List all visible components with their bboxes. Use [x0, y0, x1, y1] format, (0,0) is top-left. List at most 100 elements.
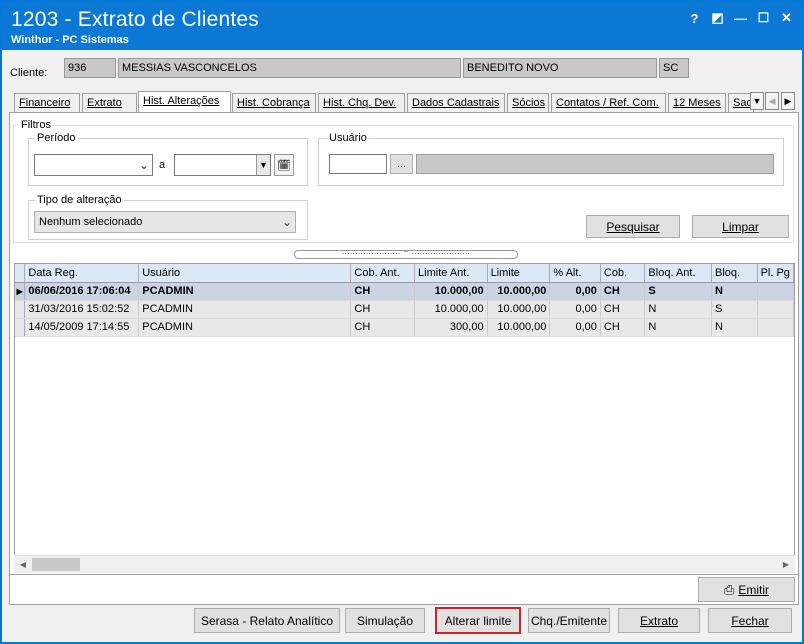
client-name-field: MESSIAS VASCONCELOS [118, 58, 461, 78]
chevron-up-icon[interactable]: ⌃ [403, 251, 410, 258]
tab-scroll-right-icon[interactable]: ▶ [781, 92, 795, 110]
user-name-field [416, 154, 774, 174]
filters-label: Filtros [19, 119, 53, 131]
tab-dropdown-icon[interactable]: ▼ [750, 92, 764, 110]
col-cob[interactable]: Cob. [600, 264, 646, 283]
tab-hist-cobranca[interactable]: Hist. Cobrança [232, 93, 316, 112]
divider [10, 574, 798, 575]
cell-cob-ant: CH [350, 300, 416, 319]
tab-extrato[interactable]: Extrato [82, 93, 137, 112]
maximize-button[interactable]: ☐ [752, 8, 775, 28]
cell-limite: 10.000,00 [487, 318, 551, 337]
tab-dados-cadastrais[interactable]: Dados Cadastrais [407, 93, 505, 112]
period-start-combo[interactable]: ⌄ [34, 154, 153, 176]
cell-cob: CH [600, 300, 646, 319]
statement-button[interactable]: Extrato [618, 608, 700, 633]
check-issuer-button[interactable]: Chq./Emitente [528, 608, 610, 633]
search-button[interactable]: Pesquisar [586, 215, 680, 238]
col-pct-alt[interactable]: % Alt. [549, 264, 601, 283]
table-row[interactable]: 31/03/2016 15:02:52 PCADMIN CH 10.000,00… [15, 300, 794, 319]
help-button[interactable]: ? [683, 8, 706, 28]
col-cob-ant[interactable]: Cob. Ant. [350, 264, 416, 283]
simulation-button[interactable]: Simulação [345, 608, 425, 633]
cell-cob: CH [600, 318, 646, 337]
scroll-left-icon[interactable]: ◀ [16, 558, 30, 571]
cell-limite-ant: 10.000,00 [414, 282, 488, 301]
col-bloq[interactable]: Bloq. [711, 264, 758, 283]
change-limit-button[interactable]: Alterar limite [435, 607, 521, 634]
cell-usuario: PCADMIN [138, 300, 352, 319]
scroll-right-icon[interactable]: ▶ [779, 558, 793, 571]
change-type-label: Tipo de alteração [35, 194, 124, 206]
tab-12-meses[interactable]: 12 Meses [668, 93, 726, 112]
change-type-group: Tipo de alteração Nenhum selecionado ⌄ [28, 194, 308, 240]
close-window-button[interactable]: ✕ [775, 8, 798, 28]
filters-group: Filtros Período ⌄ a ▼ 🗓 Usuário ... Tipo… [13, 119, 794, 243]
minimize-button[interactable]: — [729, 8, 752, 28]
main-window: 1203 - Extrato de Clientes Winthor - PC … [0, 0, 804, 644]
tab-hist-alteracoes[interactable]: Hist. Alterações [138, 91, 231, 112]
dropdown-arrow-icon[interactable]: ▼ [256, 155, 270, 175]
period-separator: a [159, 159, 166, 171]
tab-financeiro[interactable]: Financeiro [14, 93, 80, 112]
serasa-report-button[interactable]: Serasa - Relato Analítico [194, 608, 340, 633]
cell-data-reg: 31/03/2016 15:02:52 [24, 300, 140, 319]
tab-scroll-left-icon[interactable]: ◀ [765, 92, 779, 110]
client-city-field: BENEDITO NOVO [463, 58, 657, 78]
cell-pct-alt: 0,00 [549, 318, 601, 337]
tab-contatos[interactable]: Contatos / Ref. Com. [551, 93, 666, 112]
row-indicator-header [15, 264, 26, 283]
history-table: Data Reg. Usuário Cob. Ant. Limite Ant. … [15, 264, 794, 337]
cell-bloq-ant: N [644, 318, 713, 337]
history-grid[interactable]: Data Reg. Usuário Cob. Ant. Limite Ant. … [14, 263, 795, 573]
cell-limite-ant: 300,00 [414, 318, 488, 337]
dock-button[interactable]: ◩ [706, 8, 729, 28]
close-button[interactable]: Fechar [708, 608, 792, 633]
scroll-thumb[interactable] [32, 558, 80, 571]
client-state-field: SC [659, 58, 689, 78]
user-lookup-button[interactable]: ... [390, 154, 413, 174]
calendar-icon[interactable]: 🗓 [274, 154, 294, 176]
clear-button[interactable]: Limpar [692, 215, 789, 238]
cell-pct-alt: 0,00 [549, 282, 601, 301]
print-button[interactable]: ⎙ Emitir [698, 577, 795, 602]
cell-usuario: PCADMIN [138, 318, 352, 337]
tab-hist-chq-dev[interactable]: Hist. Chq. Dev. [318, 93, 405, 112]
window-controls: ? ◩ — ☐ ✕ [683, 8, 798, 28]
table-row[interactable]: ▶ 06/06/2016 17:06:04 PCADMIN CH 10.000,… [15, 282, 794, 301]
user-code-input[interactable] [329, 154, 387, 174]
period-end-combo[interactable]: ▼ [174, 154, 271, 176]
cell-limite-ant: 10.000,00 [414, 300, 488, 319]
tab-socios[interactable]: Sócios [507, 93, 549, 112]
col-limite-ant[interactable]: Limite Ant. [414, 264, 488, 283]
cell-pct-alt: 0,00 [549, 300, 601, 319]
period-group: Período ⌄ a ▼ 🗓 [28, 132, 308, 186]
cell-bloq-ant: S [644, 282, 713, 301]
cell-cob-ant: CH [350, 318, 416, 337]
client-row: Cliente: 936 MESSIAS VASCONCELOS BENEDIT… [2, 58, 802, 88]
col-bloq-ant[interactable]: Bloq. Ant. [644, 264, 713, 283]
cell-cob-ant: CH [350, 282, 416, 301]
window-title: 1203 - Extrato de Clientes [11, 8, 260, 31]
cell-bloq: N [711, 282, 758, 301]
grid-horizontal-scrollbar[interactable]: ◀ ▶ [14, 555, 795, 573]
tab-panel-hist-alteracoes: Filtros Período ⌄ a ▼ 🗓 Usuário ... Tipo… [9, 112, 799, 605]
user-label: Usuário [327, 132, 369, 144]
change-type-value: Nenhum selecionado [39, 216, 143, 228]
user-group: Usuário ... [318, 132, 784, 186]
grid-header-row: Data Reg. Usuário Cob. Ant. Limite Ant. … [15, 264, 794, 283]
title-bar[interactable]: 1203 - Extrato de Clientes Winthor - PC … [2, 2, 802, 50]
chevron-down-icon[interactable]: ⌄ [139, 158, 149, 172]
chevron-down-icon[interactable]: ⌄ [282, 215, 292, 229]
col-usuario[interactable]: Usuário [138, 264, 352, 283]
col-data-reg[interactable]: Data Reg. [24, 264, 140, 283]
change-type-select[interactable]: Nenhum selecionado ⌄ [34, 211, 296, 233]
panel-splitter[interactable]: ······················ ⌃ ···············… [294, 250, 518, 259]
table-row[interactable]: 14/05/2009 17:14:55 PCADMIN CH 300,00 10… [15, 318, 794, 337]
cell-bloq: S [711, 300, 758, 319]
cell-pl-pg [757, 282, 794, 301]
col-limite[interactable]: Limite [487, 264, 551, 283]
printer-icon: ⎙ [723, 581, 735, 597]
period-label: Período [35, 132, 78, 144]
col-pl-pg[interactable]: Pl. Pg [757, 264, 794, 283]
